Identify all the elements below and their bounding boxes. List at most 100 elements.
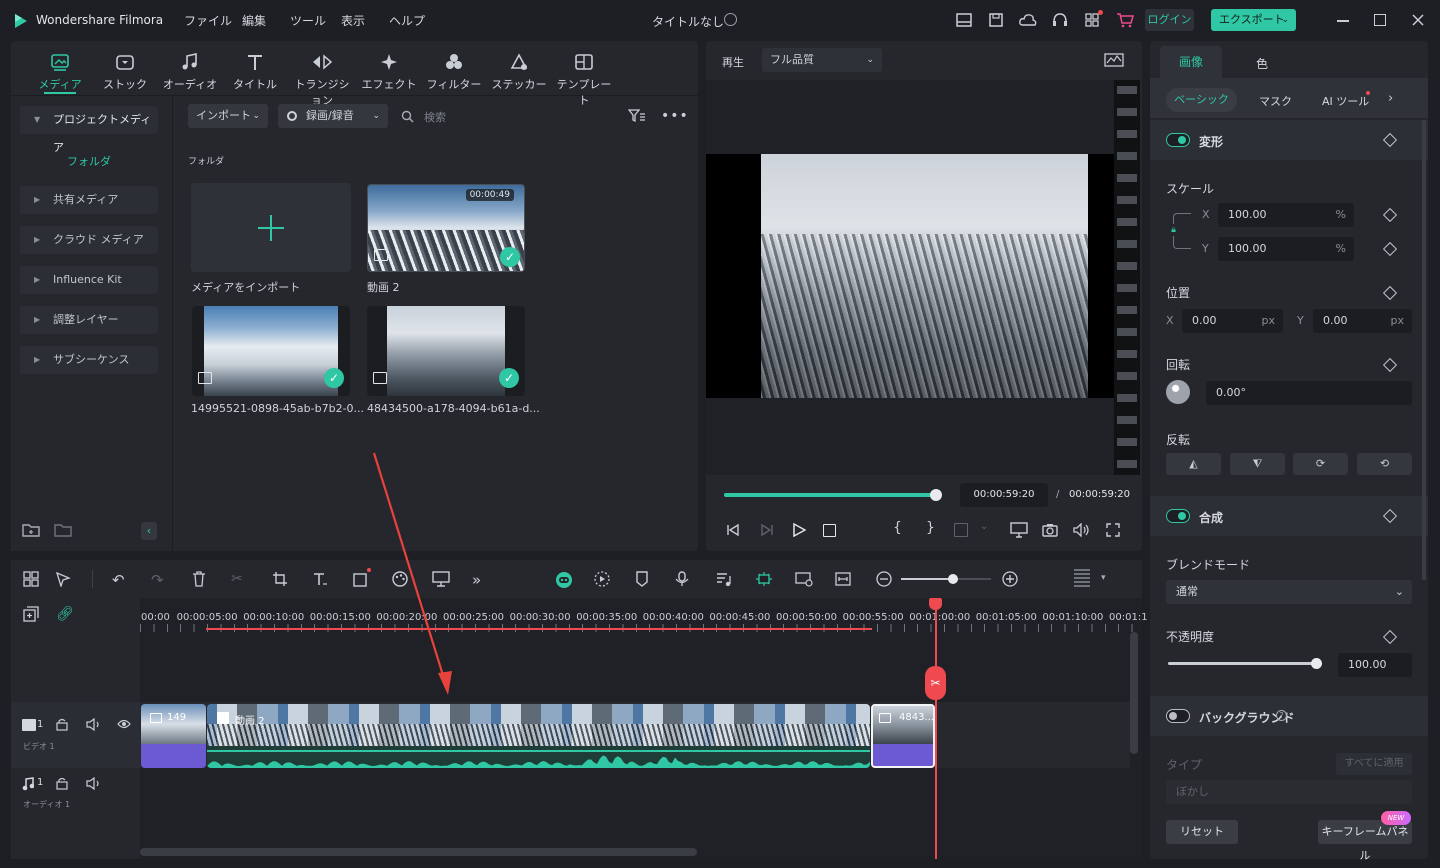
current-time[interactable]: 00:00:59:20 (960, 483, 1048, 507)
tab-image[interactable]: 画像 (1160, 46, 1222, 78)
playback-scrubber[interactable] (930, 489, 942, 501)
import-media-tile[interactable] (191, 183, 351, 272)
tab-media[interactable]: メディア (28, 52, 92, 92)
sidebar-item-adjustment-layer[interactable]: ▶ 調整レイヤー (20, 306, 158, 334)
mark-in-icon[interactable]: { (893, 520, 902, 536)
tab-stock[interactable]: ストック (93, 52, 157, 92)
cloud-upload-icon[interactable] (1019, 12, 1037, 28)
menu-file[interactable]: ファイル (184, 12, 232, 29)
snapshot-camera-icon[interactable] (1042, 522, 1058, 538)
tab-filter[interactable]: フィルター (422, 52, 486, 92)
microphone-icon[interactable] (675, 571, 693, 589)
tab-effect[interactable]: エフェクト (357, 52, 421, 92)
next-frame-icon[interactable] (760, 523, 774, 537)
track-height-icon[interactable] (1074, 569, 1090, 589)
playhead-split-scissors-icon[interactable]: ✂ (925, 666, 946, 700)
timeline-clip-image-2[interactable]: 4843... (871, 704, 935, 768)
headset-icon[interactable] (1052, 12, 1068, 28)
media-thumb-video-2[interactable]: 00:00:49 ✓ (367, 184, 525, 272)
fit-timeline-icon[interactable] (835, 571, 853, 589)
delete-trash-icon[interactable] (192, 571, 210, 589)
snap-magnet-icon[interactable] (755, 571, 773, 589)
crop-icon[interactable] (272, 571, 290, 589)
timeline-clip-video-2[interactable]: 動画 2 (207, 704, 870, 768)
playhead-line[interactable] (935, 598, 937, 859)
menu-edit[interactable]: 編集 (242, 12, 266, 29)
redo-icon[interactable]: ↷ (151, 571, 169, 589)
position-y-field[interactable]: 0.00 px (1313, 309, 1412, 333)
play-icon[interactable] (792, 523, 806, 537)
link-icon[interactable]: 🔗︎ (56, 606, 74, 624)
zoom-in-icon[interactable] (1002, 571, 1020, 589)
sidebar-item-subsequence[interactable]: ▶ サブシーケンス (20, 346, 158, 374)
zoom-slider-track[interactable] (901, 578, 991, 580)
lock-icon[interactable]: 🔒︎ (1168, 224, 1179, 236)
sidebar-item-shared-media[interactable]: ▶ 共有メディア (20, 186, 158, 214)
layout-icon[interactable] (956, 12, 972, 28)
minimize-icon[interactable] (1337, 20, 1349, 22)
rotation-dial[interactable] (1166, 380, 1190, 404)
apply-all-button[interactable]: すべてに適用 (1336, 753, 1412, 775)
background-toggle[interactable] (1166, 709, 1190, 723)
tab-color[interactable]: 色 (1256, 55, 1268, 72)
sidebar-folder[interactable]: フォルダ (67, 153, 111, 169)
properties-scrollbar[interactable] (1422, 120, 1426, 580)
scale-y-field[interactable]: 100.00% (1218, 237, 1354, 261)
cart-icon[interactable] (1116, 12, 1134, 28)
track-lock-icon[interactable] (56, 718, 68, 731)
chevron-right-icon[interactable]: › (1388, 91, 1393, 106)
sidebar-item-influence-kit[interactable]: ▶ Influence Kit (20, 266, 158, 294)
fullscreen-icon[interactable] (1106, 523, 1120, 537)
folder-icon[interactable] (54, 522, 72, 538)
ai-copilot-icon[interactable] (554, 571, 572, 589)
sidebar-item-project-media[interactable]: ▼ プロジェクトメディア (20, 106, 158, 154)
background-type-select[interactable]: ぼかし (1166, 780, 1412, 804)
waveform-chart-icon[interactable] (1104, 52, 1124, 68)
new-folder-icon[interactable] (22, 522, 40, 538)
tab-template[interactable]: テンプレート (552, 52, 616, 108)
maximize-icon[interactable] (1374, 14, 1386, 26)
quality-select[interactable]: フル品質 ⌄ (762, 48, 882, 72)
marker-shield-icon[interactable] (635, 571, 653, 589)
track-mute-icon[interactable] (86, 718, 102, 731)
menu-help[interactable]: ヘルプ (389, 12, 425, 29)
export-button[interactable]: エクスポート ⌄ (1211, 9, 1296, 31)
chevron-down-icon[interactable]: ⌄ (980, 521, 988, 532)
track-mute-icon[interactable] (86, 777, 102, 790)
tab-transition[interactable]: トランジション (290, 52, 354, 108)
volume-icon[interactable] (1073, 522, 1091, 538)
position-x-field[interactable]: 0.00 px (1182, 309, 1283, 333)
subtab-ai-tools[interactable]: AI ツール (1322, 93, 1369, 109)
timeline-horizontal-scrollbar[interactable] (140, 848, 697, 856)
timeline-clip-image-1[interactable]: 149 (141, 704, 206, 768)
more-options-icon[interactable]: ••• (661, 108, 689, 124)
sidebar-item-cloud-media[interactable]: ▶ クラウド メディア (20, 226, 158, 254)
auto-reframe-icon[interactable] (594, 571, 612, 589)
work-area-range[interactable] (206, 628, 872, 630)
composite-toggle[interactable] (1166, 509, 1190, 523)
select-cursor-icon[interactable] (55, 571, 73, 589)
blend-mode-select[interactable]: 通常 ⌄ (1166, 580, 1412, 604)
filter-sort-icon[interactable] (628, 108, 646, 124)
opacity-field[interactable]: 100.00 (1338, 653, 1412, 677)
media-thumb-image-2[interactable]: ✓ (367, 306, 525, 396)
display-settings-icon[interactable] (1010, 522, 1028, 538)
track-lock-icon[interactable] (56, 777, 68, 790)
save-icon[interactable] (988, 12, 1004, 28)
track-visibility-eye-icon[interactable] (117, 719, 131, 729)
close-icon[interactable] (1410, 12, 1426, 28)
opacity-slider-handle[interactable] (1311, 658, 1322, 669)
chevron-down-icon[interactable]: ▾ (1101, 573, 1106, 583)
help-icon[interactable]: ? (1276, 710, 1287, 721)
flip-horizontal-button[interactable]: ◭ (1166, 453, 1221, 475)
marker-icon[interactable] (954, 523, 968, 537)
subtab-mask[interactable]: マスク (1259, 93, 1292, 109)
reset-button[interactable]: リセット (1166, 820, 1238, 844)
import-button[interactable]: インポート ⌄ (188, 104, 268, 128)
subtab-basic[interactable]: ベーシック (1166, 88, 1237, 112)
text-tool-icon[interactable] (312, 571, 330, 589)
scale-x-field[interactable]: 100.00% (1218, 203, 1354, 227)
menu-tools[interactable]: ツール (290, 12, 326, 29)
record-button[interactable]: 録画/録音 ⌄ (278, 104, 388, 128)
picture-in-picture-icon[interactable] (795, 571, 813, 589)
